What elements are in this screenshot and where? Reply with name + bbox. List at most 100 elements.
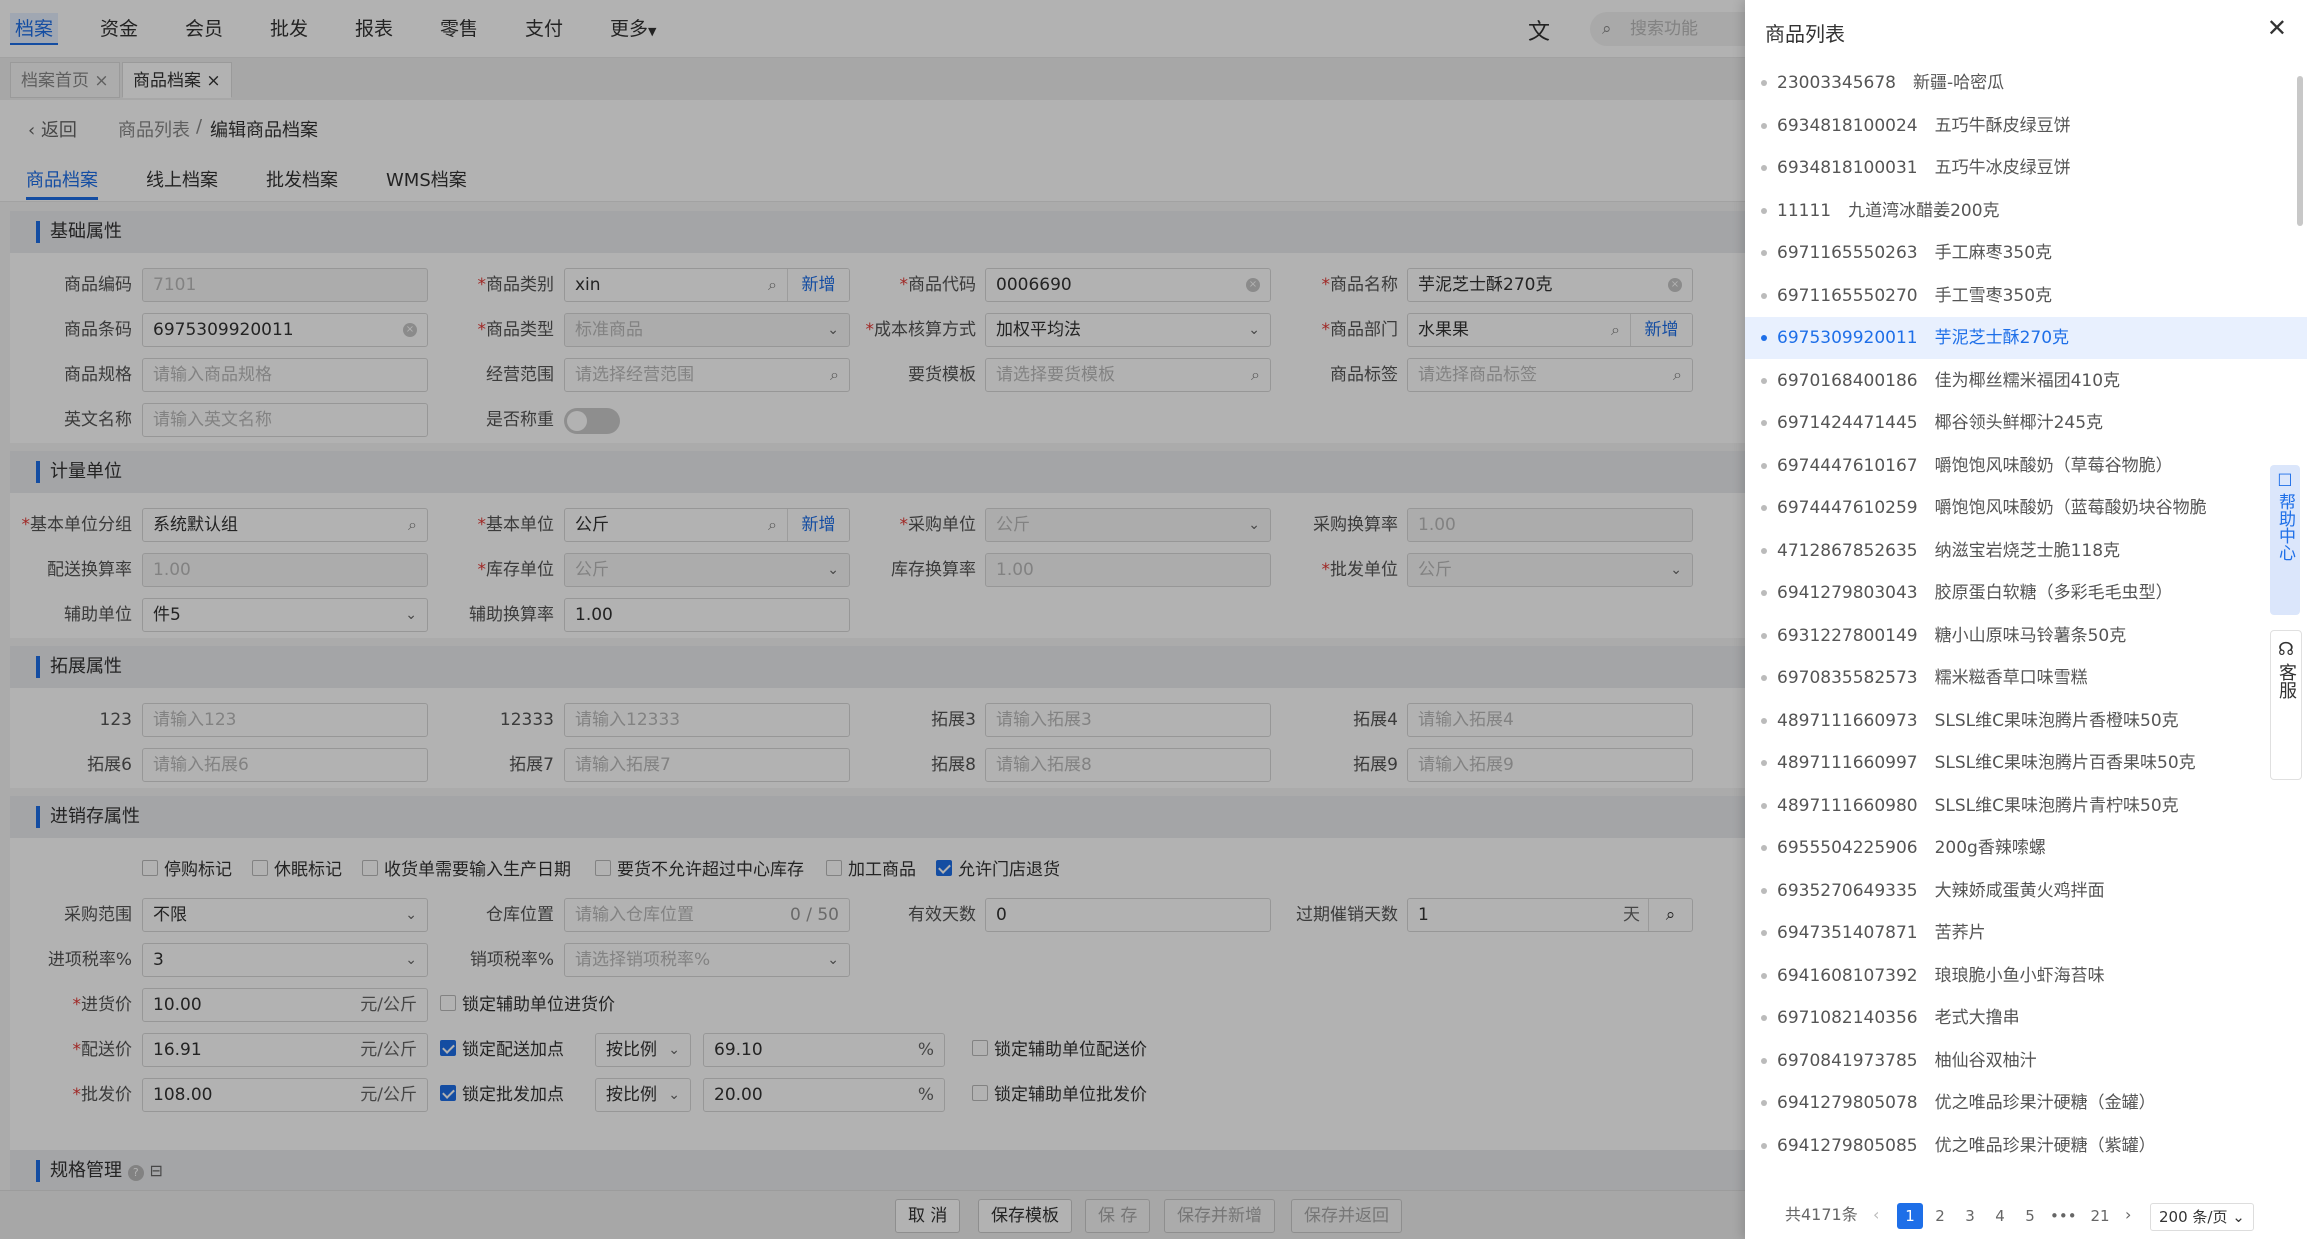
- scrollbar[interactable]: [2297, 76, 2303, 226]
- list-item[interactable]: 4897111660980 SLSL维C果味泡腾片青柠味50克: [1745, 785, 2307, 827]
- unit-group-field[interactable]: 系统默认组 ⌕: [142, 508, 428, 542]
- list-item[interactable]: 6947351407871 苦荞片: [1745, 912, 2307, 954]
- product-type-select[interactable]: 标准商品 ⌄: [564, 313, 850, 347]
- back-button[interactable]: ‹ 返回: [28, 116, 77, 142]
- close-icon[interactable]: ✕: [2267, 14, 2287, 42]
- aux-rate-input[interactable]: 1.00: [564, 598, 850, 632]
- search-function-input[interactable]: ⌕ 搜索功能: [1590, 12, 1745, 46]
- nav-wholesale[interactable]: 批发: [265, 13, 313, 45]
- allow-return-checkbox[interactable]: 允许门店退货: [936, 853, 1060, 887]
- cost-method-select[interactable]: 加权平均法 ⌄: [985, 313, 1271, 347]
- lock-aux-delivery-checkbox[interactable]: 锁定辅助单位配送价: [972, 1033, 1147, 1067]
- ext-12333-input[interactable]: 请输入12333: [564, 703, 850, 737]
- scope-field[interactable]: 请选择经营范围 ⌕: [564, 358, 850, 392]
- list-item[interactable]: 6974447610167 嚼饱饱风味酸奶（草莓谷物脆）: [1745, 445, 2307, 487]
- list-item[interactable]: 6970835582573 糯米糍香草口味雪糕: [1745, 657, 2307, 699]
- list-item[interactable]: 6941608107392 琅琅脆小鱼小虾海苔味: [1745, 955, 2307, 997]
- ext-123-input[interactable]: 请输入123: [142, 703, 428, 737]
- search-icon[interactable]: ⌕: [1648, 899, 1692, 931]
- close-icon[interactable]: ×: [206, 71, 220, 91]
- delivery-ratio-select[interactable]: 按比例 ⌄: [595, 1033, 691, 1067]
- nav-member[interactable]: 会员: [180, 13, 228, 45]
- delivery-percent-input[interactable]: 69.10%: [703, 1033, 945, 1067]
- save-and-return-button[interactable]: 保存并返回: [1291, 1199, 1402, 1233]
- output-tax-select[interactable]: 请选择销项税率% ⌄: [564, 943, 850, 977]
- aux-unit-select[interactable]: 件5 ⌄: [142, 598, 428, 632]
- help-center-float[interactable]: ☐ 帮助中心: [2270, 465, 2300, 615]
- spec-input[interactable]: 请输入商品规格: [142, 358, 428, 392]
- page-5[interactable]: 5: [2017, 1203, 2043, 1229]
- lock-aux-purchase-checkbox[interactable]: 锁定辅助单位进货价: [440, 988, 615, 1022]
- list-item[interactable]: 4897111660997 SLSL维C果味泡腾片百香果味50克: [1745, 742, 2307, 784]
- page-21[interactable]: 21: [2087, 1203, 2113, 1229]
- subtab-wms-archive[interactable]: WMS档案: [386, 164, 467, 200]
- lock-delivery-markup-checkbox[interactable]: 锁定配送加点: [440, 1033, 564, 1067]
- no-exceed-stock-checkbox[interactable]: 要货不允许超过中心库存: [595, 853, 804, 887]
- clear-icon[interactable]: ×: [403, 323, 417, 337]
- nav-payment[interactable]: 支付: [520, 13, 568, 45]
- ext-6-input[interactable]: 请输入拓展6: [142, 748, 428, 782]
- save-and-new-button[interactable]: 保存并新增: [1164, 1199, 1275, 1233]
- nav-report[interactable]: 报表: [350, 13, 398, 45]
- stop-purchase-checkbox[interactable]: 停购标记: [142, 853, 232, 887]
- cancel-button[interactable]: 取 消: [895, 1199, 961, 1233]
- search-icon[interactable]: ⌕: [1673, 359, 1682, 391]
- purchase-unit-select[interactable]: 公斤 ⌄: [985, 508, 1271, 542]
- breadcrumb-parent[interactable]: 商品列表: [118, 116, 190, 142]
- warehouse-location-input[interactable]: 请输入仓库位置 0 / 50: [564, 898, 850, 932]
- subtab-wholesale-archive[interactable]: 批发档案: [266, 164, 338, 200]
- wholesale-ratio-select[interactable]: 按比例 ⌄: [595, 1078, 691, 1112]
- purchase-price-input[interactable]: 10.00 元/公斤: [142, 988, 428, 1022]
- list-item[interactable]: 4897111660973 SLSL维C果味泡腾片香橙味50克: [1745, 700, 2307, 742]
- barcode-field[interactable]: 6975309920011 ×: [142, 313, 428, 347]
- nav-retail[interactable]: 零售: [435, 13, 483, 45]
- help-icon[interactable]: ?: [127, 1165, 144, 1181]
- nav-archive[interactable]: 档案: [10, 13, 59, 45]
- list-item[interactable]: 6941279803043 胶原蛋白软糖（多彩毛毛虫型）: [1745, 572, 2307, 614]
- stock-unit-select[interactable]: 公斤 ⌄: [564, 553, 850, 587]
- search-icon[interactable]: ⌕: [408, 509, 417, 541]
- list-item[interactable]: 11111 九道湾冰醋姜200克: [1745, 190, 2307, 232]
- valid-days-input[interactable]: 0: [985, 898, 1271, 932]
- product-code-field[interactable]: 7101: [142, 268, 428, 302]
- search-icon[interactable]: ⌕: [1611, 314, 1620, 346]
- processed-goods-checkbox[interactable]: 加工商品: [826, 853, 916, 887]
- clear-icon[interactable]: ×: [1668, 278, 1682, 292]
- search-icon[interactable]: ⌕: [768, 509, 777, 541]
- department-field[interactable]: 水果果 ⌕ 新增: [1407, 313, 1693, 347]
- search-icon[interactable]: ⌕: [768, 269, 777, 301]
- list-item[interactable]: 6970841973785 柚仙谷双柚汁: [1745, 1040, 2307, 1082]
- tag-field[interactable]: 请选择商品标签 ⌕: [1407, 358, 1693, 392]
- delivery-price-input[interactable]: 16.91 元/公斤: [142, 1033, 428, 1067]
- page-1[interactable]: 1: [1897, 1203, 1923, 1229]
- list-item[interactable]: 6971165550270 手工雪枣350克: [1745, 275, 2307, 317]
- page-3[interactable]: 3: [1957, 1203, 1983, 1229]
- list-item[interactable]: 6971424471445 椰谷领头鲜椰汁245克: [1745, 402, 2307, 444]
- list-item[interactable]: 6935270649335 大辣娇咸蛋黄火鸡拌面: [1745, 870, 2307, 912]
- list-item[interactable]: 6971082140356 老式大撸串: [1745, 997, 2307, 1039]
- weigh-toggle[interactable]: [564, 408, 620, 434]
- dormant-checkbox[interactable]: 休眠标记: [252, 853, 342, 887]
- production-date-checkbox[interactable]: 收货单需要输入生产日期: [362, 853, 571, 887]
- wholesale-percent-input[interactable]: 20.00%: [703, 1078, 945, 1112]
- list-item[interactable]: 6934818100024 五巧牛酥皮绿豆饼: [1745, 105, 2307, 147]
- list-item[interactable]: 6941279805085 优之唯品珍果汁硬糖（紫罐）: [1745, 1125, 2307, 1167]
- clear-icon[interactable]: ×: [1246, 278, 1260, 292]
- list-item[interactable]: 6970168400186 佳为椰丝糯米福团410克: [1745, 360, 2307, 402]
- close-icon[interactable]: ×: [94, 71, 108, 91]
- list-item[interactable]: 4712867852635 纳滋宝岩烧芝士脆118克: [1745, 530, 2307, 572]
- search-icon[interactable]: ⌕: [1251, 359, 1260, 391]
- ext-8-input[interactable]: 请输入拓展8: [985, 748, 1271, 782]
- page-ellipsis[interactable]: •••: [2050, 1203, 2077, 1229]
- translate-icon[interactable]: 文: [1528, 14, 1550, 46]
- list-item[interactable]: 6941279805078 优之唯品珍果汁硬糖（金罐）: [1745, 1082, 2307, 1124]
- page-2[interactable]: 2: [1927, 1203, 1953, 1229]
- save-template-button[interactable]: 保存模板: [978, 1199, 1072, 1233]
- purchase-rate-field[interactable]: 1.00: [1407, 508, 1693, 542]
- list-item[interactable]: 6971165550263 手工麻枣350克: [1745, 232, 2307, 274]
- tab-product-archive[interactable]: 商品档案 ×: [122, 62, 232, 98]
- base-unit-field[interactable]: 公斤 ⌕ 新增: [564, 508, 850, 542]
- customer-service-float[interactable]: ☊ 客服: [2270, 630, 2302, 780]
- save-button[interactable]: 保 存: [1085, 1199, 1151, 1233]
- list-item[interactable]: 6931227800149 糖小山原味马铃薯条50克: [1745, 615, 2307, 657]
